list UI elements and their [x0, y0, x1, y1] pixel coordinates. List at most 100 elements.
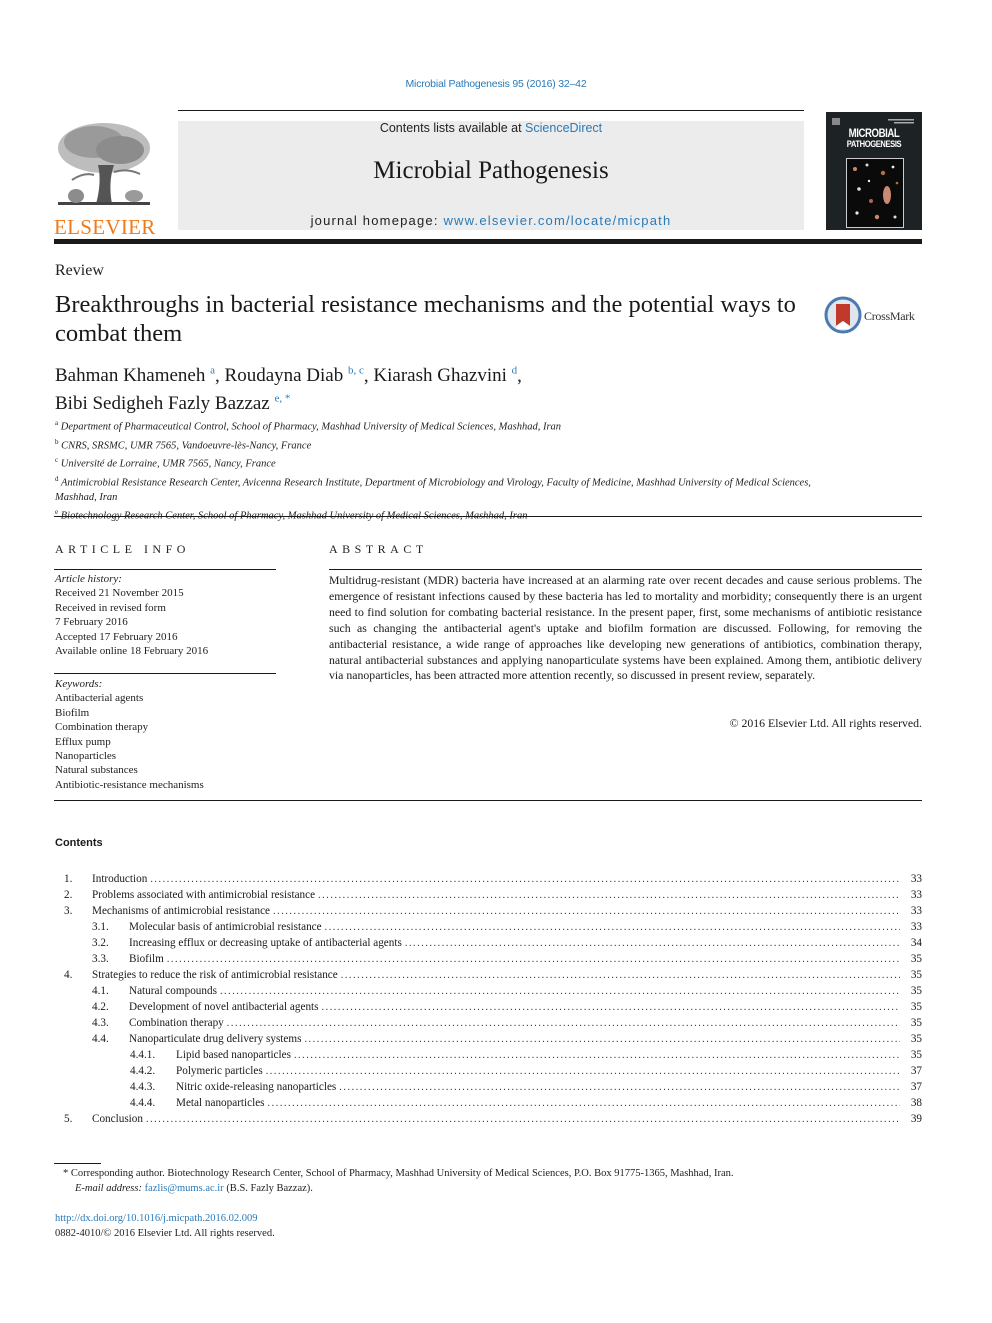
author-affiliation-link[interactable]: e, *	[275, 392, 291, 404]
toc-title[interactable]: Strategies to reduce the risk of antimic…	[92, 967, 341, 983]
toc-title[interactable]: Metal nanoparticles	[176, 1095, 268, 1111]
affiliation: e Biotechnology Research Center, School …	[55, 505, 815, 524]
toc-entry[interactable]: 3.1. Molecular basis of antimicrobial res…	[55, 919, 922, 935]
toc-page-number[interactable]: 39	[900, 1111, 922, 1127]
toc-page-number[interactable]: 35	[900, 1015, 922, 1031]
toc-entry[interactable]: 4.4.4. Metal nanoparticles...............…	[55, 1095, 922, 1111]
toc-leader-dots: ........................................…	[145, 1114, 900, 1125]
header-thick-rule	[54, 239, 922, 244]
journal-cover-thumbnail[interactable]: MICROBIAL PATHOGENESIS	[826, 112, 922, 230]
toc-entry[interactable]: 4.4. Nanoparticulate drug delivery system…	[55, 1031, 922, 1047]
keywords: Keywords: Antibacterial agents Biofilm C…	[55, 677, 277, 792]
toc-title[interactable]: Problems associated with antimicrobial r…	[92, 887, 319, 903]
toc-entry[interactable]: 4.3. Combination therapy.................…	[55, 1015, 922, 1031]
sciencedirect-link[interactable]: ScienceDirect	[525, 121, 602, 135]
email-suffix: (B.S. Fazly Bazzaz).	[223, 1183, 313, 1194]
abstract-rule	[329, 569, 922, 570]
toc-entry[interactable]: 3.2. Increasing efflux or decreasing upta…	[55, 935, 922, 951]
keywords-rule	[54, 673, 276, 674]
toc-title[interactable]: Lipid based nanoparticles	[176, 1047, 294, 1063]
keyword: Efflux pump	[55, 735, 111, 748]
toc-page-number[interactable]: 33	[900, 903, 922, 919]
keyword: Biofilm	[55, 706, 90, 719]
article-title: Breakthroughs in bacterial resistance me…	[55, 291, 796, 347]
contents-prefix: Contents lists available at	[379, 121, 526, 135]
toc-page-number[interactable]: 33	[900, 919, 922, 935]
toc-title[interactable]: Molecular basis of antimicrobial resista…	[129, 919, 325, 935]
author-affiliation-link[interactable]: b, c	[348, 365, 364, 377]
doi-link[interactable]: http://dx.doi.org/10.1016/j.micpath.2016…	[55, 1211, 258, 1226]
affiliation-list: a Department of Pharmaceutical Control, …	[55, 416, 815, 524]
toc-entry[interactable]: 3. Mechanisms of antimicrobial resistance…	[55, 903, 922, 919]
toc-entry[interactable]: 4.2. Development of novel antibacterial a…	[55, 999, 922, 1015]
toc-title[interactable]: Conclusion	[92, 1111, 146, 1127]
toc-page-number[interactable]: 35	[900, 1047, 922, 1063]
author[interactable]: Roudayna Diab b, c	[225, 365, 364, 386]
toc-entry[interactable]: 4.1. Natural compounds...................…	[55, 983, 922, 999]
toc-leader-dots: ........................................…	[150, 874, 900, 885]
author[interactable]: Bibi Sedigheh Fazly Bazzaz e, *	[55, 392, 291, 413]
toc-title[interactable]: Nitric oxide-releasing nanoparticles	[176, 1079, 340, 1095]
toc-page-number[interactable]: 35	[900, 967, 922, 983]
toc-page-number[interactable]: 35	[900, 999, 922, 1015]
journal-citation-link[interactable]: Microbial Pathogenesis 95 (2016) 32–42	[0, 78, 992, 90]
toc-title[interactable]: Combination therapy	[129, 1015, 227, 1031]
contents-heading: Contents	[55, 837, 103, 849]
toc-number: 4.	[64, 969, 73, 981]
toc-entry[interactable]: 2. Problems associated with antimicrobial…	[55, 887, 922, 903]
journal-banner: Contents lists available at ScienceDirec…	[178, 121, 804, 230]
keyword: Combination therapy	[55, 721, 149, 734]
toc-leader-dots: ........................................…	[324, 922, 900, 933]
toc-page-number[interactable]: 35	[900, 983, 922, 999]
toc-entry[interactable]: 4.4.2. Polymeric particles...............…	[55, 1063, 922, 1079]
toc-entry[interactable]: 3.3. Biofilm.............................…	[55, 951, 922, 967]
toc-page-number[interactable]: 38	[900, 1095, 922, 1111]
toc-page-number[interactable]: 37	[900, 1079, 922, 1095]
toc-page-number[interactable]: 35	[900, 1031, 922, 1047]
header-rule	[178, 110, 804, 111]
toc-title[interactable]: Nanoparticulate drug delivery systems	[129, 1031, 305, 1047]
article-type: Review	[55, 262, 104, 279]
corresponding-author-footnote: * Corresponding author. Biotechnology Re…	[55, 1166, 915, 1196]
crossmark-badge[interactable]: CrossMark	[824, 296, 924, 336]
history-entry: Accepted 17 February 2016	[55, 630, 178, 643]
author[interactable]: Bahman Khameneh a	[55, 365, 215, 386]
cover-micrograph-image	[846, 158, 904, 228]
keyword: Antibiotic-resistance mechanisms	[55, 778, 204, 791]
toc-entry[interactable]: 5. Conclusion............................…	[55, 1111, 922, 1127]
toc-entry[interactable]: 4.4.3. Nitric oxide-releasing nanoparticl…	[55, 1079, 922, 1095]
elsevier-logo[interactable]: ELSEVIER	[54, 120, 155, 238]
author-email-link[interactable]: fazlis@mums.ac.ir	[145, 1183, 224, 1194]
affiliation-key: c	[55, 456, 59, 465]
toc-title[interactable]: Introduction	[92, 871, 151, 887]
article-info-heading: ARTICLE INFO	[55, 542, 190, 556]
toc-number: 4.4.1.	[130, 1049, 156, 1061]
toc-entry[interactable]: 4. Strategies to reduce the risk of antim…	[55, 967, 922, 983]
toc-entry[interactable]: 4.4.1. Lipid based nanoparticles.........…	[55, 1047, 922, 1063]
toc-page-number[interactable]: 33	[900, 871, 922, 887]
history-entry: 7 February 2016	[55, 616, 128, 629]
abstract-text: Multidrug-resistant (MDR) bacteria have …	[329, 573, 922, 683]
toc-page-number[interactable]: 34	[900, 935, 922, 951]
toc-page-number[interactable]: 35	[900, 951, 922, 967]
toc-title[interactable]: Increasing efflux or decreasing uptake o…	[129, 935, 405, 951]
author-separator: ,	[215, 365, 225, 387]
toc-page-number[interactable]: 37	[900, 1063, 922, 1079]
history-entry: Received 21 November 2015	[55, 587, 184, 600]
crossmark-icon	[824, 296, 862, 334]
toc-entry[interactable]: 1. Introduction..........................…	[55, 871, 922, 887]
journal-homepage-link[interactable]: www.elsevier.com/locate/micpath	[443, 213, 671, 228]
toc-title[interactable]: Polymeric particles	[176, 1063, 266, 1079]
cover-title-line2: PATHOGENESIS	[846, 139, 902, 150]
toc-page-number[interactable]: 33	[900, 887, 922, 903]
toc-title[interactable]: Mechanisms of antimicrobial resistance	[92, 903, 274, 919]
toc-title[interactable]: Development of novel antibacterial agent…	[129, 999, 322, 1015]
article-info-rule	[54, 569, 276, 570]
toc-title[interactable]: Biofilm	[129, 951, 167, 967]
toc-leader-dots: ........................................…	[293, 1050, 900, 1061]
author[interactable]: Kiarash Ghazvini d	[373, 365, 517, 386]
affiliation-text: CNRS, SRSMC, UMR 7565, Vandoeuvre-lès-Na…	[61, 440, 312, 452]
toc-title[interactable]: Natural compounds	[129, 983, 220, 999]
corresponding-author-line: * Corresponding author. Biotechnology Re…	[55, 1166, 915, 1181]
toc-leader-dots: ........................................…	[340, 970, 900, 981]
